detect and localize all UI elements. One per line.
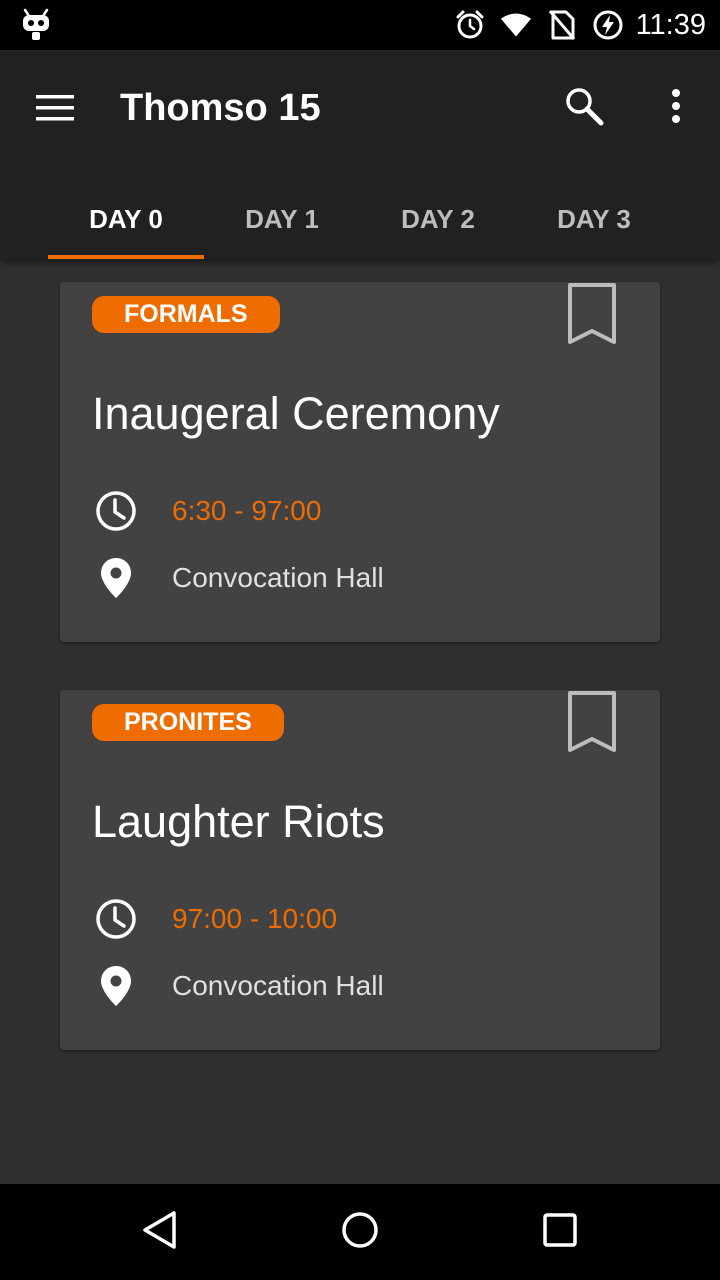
menu-icon <box>36 94 76 127</box>
event-card[interactable]: PRONITES Laughter Riots 97:00 - 10:00 Co… <box>60 690 660 1050</box>
tab-day-1[interactable]: DAY 1 <box>204 180 360 258</box>
bookmark-button[interactable] <box>564 282 620 350</box>
status-time: 11:39 <box>635 8 706 41</box>
location-pin-icon <box>92 554 140 602</box>
battery-charging-icon <box>592 9 624 41</box>
clock-icon <box>92 895 140 943</box>
bookmark-button[interactable] <box>564 690 620 758</box>
more-options-button[interactable] <box>656 84 696 132</box>
menu-button[interactable] <box>36 90 76 130</box>
alarm-icon <box>454 9 486 41</box>
app-title: Thomso 15 <box>120 87 321 129</box>
tab-day-3[interactable]: DAY 3 <box>516 180 672 258</box>
recents-button[interactable] <box>532 1204 588 1260</box>
event-time: 6:30 - 97:00 <box>172 495 322 526</box>
clock-icon <box>92 487 140 535</box>
no-sim-icon <box>546 9 578 41</box>
search-button[interactable] <box>560 84 608 132</box>
active-tab-indicator <box>48 255 204 259</box>
category-chip: FORMALS <box>92 296 280 333</box>
status-bar: 11:39 <box>0 0 720 50</box>
search-icon <box>563 85 605 132</box>
system-nav-bar <box>0 1184 720 1280</box>
location-pin-icon <box>92 962 140 1010</box>
more-vert-icon <box>670 88 682 129</box>
event-time-row: 97:00 - 10:00 <box>92 894 337 944</box>
app-bar: Thomso 15 DAY 0 DAY 1 DAY 2 DAY 3 <box>0 50 720 260</box>
event-venue-row: Convocation Hall <box>92 961 384 1011</box>
home-button[interactable] <box>332 1204 388 1260</box>
android-debug-icon <box>22 8 50 42</box>
event-venue-row: Convocation Hall <box>92 553 384 603</box>
event-card[interactable]: FORMALS Inaugeral Ceremony 6:30 - 97:00 … <box>60 282 660 642</box>
tab-day-2[interactable]: DAY 2 <box>360 180 516 258</box>
tab-day-0[interactable]: DAY 0 <box>48 180 204 258</box>
day-tabs: DAY 0 DAY 1 DAY 2 DAY 3 <box>48 180 672 260</box>
event-venue: Convocation Hall <box>172 970 384 1001</box>
recents-icon <box>542 1212 578 1253</box>
bookmark-icon <box>566 282 618 351</box>
home-icon <box>340 1210 380 1255</box>
wifi-icon <box>500 9 532 41</box>
category-chip: PRONITES <box>92 704 284 741</box>
event-venue: Convocation Hall <box>172 562 384 593</box>
event-title: Laughter Riots <box>92 796 385 847</box>
event-time-row: 6:30 - 97:00 <box>92 486 321 536</box>
event-time: 97:00 - 10:00 <box>172 903 338 934</box>
event-title: Inaugeral Ceremony <box>92 388 500 439</box>
back-button[interactable] <box>132 1204 188 1260</box>
bookmark-icon <box>566 690 618 759</box>
back-icon <box>140 1210 180 1255</box>
